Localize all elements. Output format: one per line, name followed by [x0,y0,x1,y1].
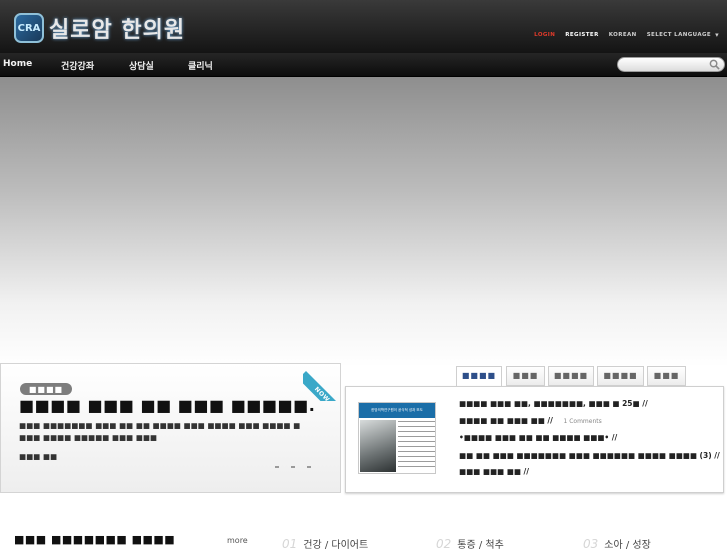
item-number: 02 [436,537,452,551]
pager-dot[interactable] [291,466,295,468]
login-link[interactable]: LOGIN [534,32,555,38]
item-label: 건강 / 다이어트 [303,540,369,551]
clinic-link-2[interactable]: 02 통증 / 척추 [436,536,504,551]
logo-mark-icon: CRA [14,13,44,43]
clinic-link-3[interactable]: 03 소아 / 성장 [583,536,651,551]
item-number: 03 [583,537,599,551]
chevron-down-icon: ▾ [715,31,719,39]
register-link[interactable]: REGISTER [565,32,598,38]
pager-dot[interactable] [275,466,279,468]
nav-item-clinic[interactable]: 클리닉 [188,59,213,72]
post-item[interactable]: ■■■■ ■■■ ■■, ■■■■■■■, ■■■ ■ 25■ // [459,399,648,408]
news-pager[interactable] [275,466,311,468]
comment-count[interactable]: 1 Comments [564,418,602,425]
search-icon[interactable] [709,59,720,70]
hero-banner [0,77,727,367]
now-ribbon-label: NOW [303,371,341,401]
more-link[interactable]: more [227,536,248,545]
select-language-dropdown[interactable]: SELECT LANGUAGE [647,32,711,38]
tab-3[interactable]: ■■■■ [548,366,594,386]
pager-dot[interactable] [307,466,311,468]
thumbnail-photo [360,420,396,472]
post-item[interactable]: ■■■ ■■■ ■■ // [459,467,529,476]
post-item[interactable]: ■■ ■■ ■■■ ■■■■■■■ ■■■ ■■■■■■ ■■■■ ■■■■ (… [459,451,720,460]
section-title: ■■■ ■■■■■■■ ■■■■ [14,533,176,546]
post-item[interactable]: ■■■■ ■■ ■■■ ■■ // 1 Comments [459,416,602,425]
nav-item-health-lecture[interactable]: 건강강좌 [61,59,94,72]
now-ribbon: NOW [303,363,341,401]
item-label: 소아 / 성장 [604,540,651,551]
thumbnail-headline: 한방의학연구원이 공식적 성과 보도 [359,403,435,418]
news-date: ■■■ ■■ [19,452,58,461]
news-category-badge: ■■■■ [20,383,72,395]
tab-2[interactable]: ■■■ [506,366,545,386]
news-summary: ■■■ ■■■■■■■ ■■■ ■■ ■■ ■■■■ ■■■ ■■■■ ■■■ … [19,421,301,442]
tab-1[interactable]: ■■■■ [456,366,502,388]
korean-link[interactable]: KOREAN [609,32,637,38]
clinic-link-1[interactable]: 01 건강 / 다이어트 [282,536,368,551]
nav-item-consultation[interactable]: 상담실 [129,59,154,72]
site-logo[interactable]: CRA 실로암 한의원 [14,12,185,44]
nav-item-home[interactable]: Home [3,59,32,69]
thumbnail-text-lines [398,421,435,471]
tab-5[interactable]: ■■■ [647,366,686,386]
post-title: ■■■■ ■■ ■■■ ■■ // [459,416,553,425]
logo-text: 실로암 한의원 [49,18,186,43]
item-number: 01 [282,537,298,551]
top-utility-nav: LOGIN REGISTER KOREAN SELECT LANGUAGE ▾ [534,31,719,39]
post-item[interactable]: •■■■■ ■■■ ■■ ■■ ■■■■ ■■■• // [459,433,617,442]
item-label: 통증 / 척추 [457,540,504,551]
news-headline[interactable]: ■■■■ ■■■ ■■ ■■■ ■■■■■. [19,396,315,415]
tab-4[interactable]: ■■■■ [597,366,644,386]
